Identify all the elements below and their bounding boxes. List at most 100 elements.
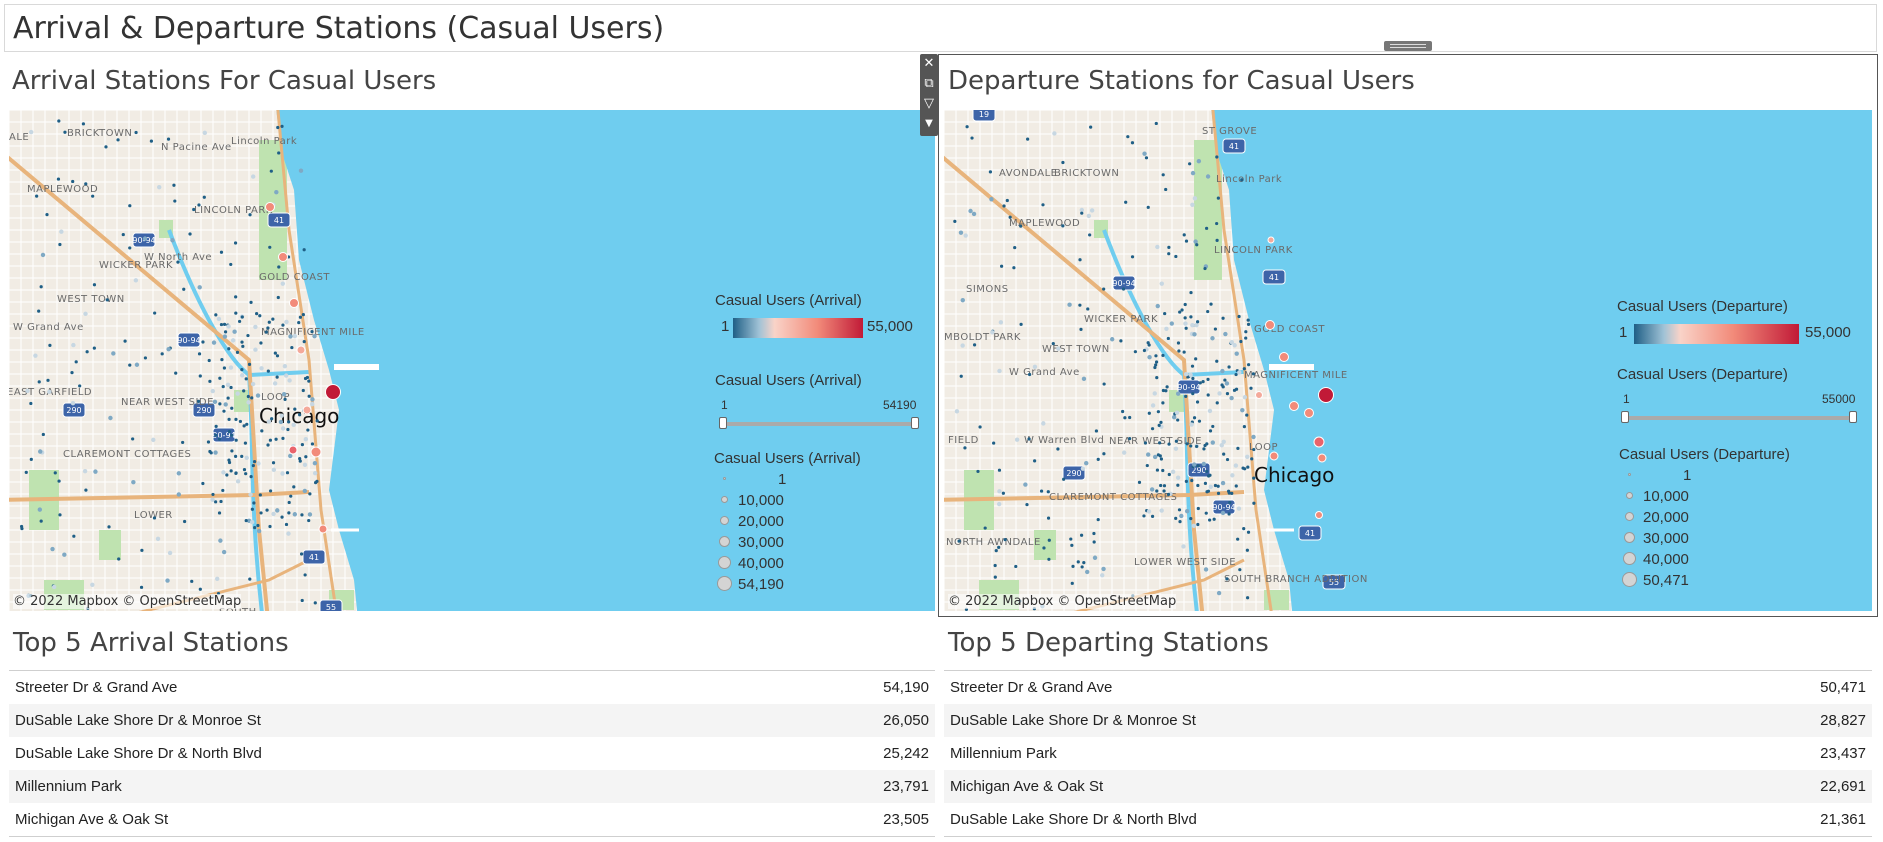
station-marker[interactable] [1174, 516, 1178, 520]
station-marker[interactable] [62, 552, 67, 557]
station-marker[interactable] [1209, 302, 1213, 306]
station-marker[interactable] [1313, 436, 1325, 448]
station-marker[interactable] [152, 516, 157, 520]
station-marker[interactable] [1176, 483, 1180, 487]
station-marker[interactable] [276, 295, 280, 300]
station-marker[interactable] [1246, 465, 1250, 469]
station-marker[interactable] [1208, 518, 1212, 522]
station-marker[interactable] [1086, 307, 1090, 311]
station-marker[interactable] [1234, 484, 1238, 488]
station-marker[interactable] [226, 396, 230, 400]
station-marker[interactable] [1150, 427, 1155, 431]
station-marker[interactable] [202, 130, 208, 136]
station-marker[interactable] [1234, 351, 1239, 356]
station-marker[interactable] [70, 371, 74, 375]
station-marker[interactable] [226, 324, 231, 329]
station-marker[interactable] [1146, 452, 1151, 457]
station-marker[interactable] [1216, 484, 1220, 488]
station-marker[interactable] [1179, 513, 1184, 519]
station-marker[interactable] [1162, 484, 1167, 488]
station-marker[interactable] [291, 422, 296, 428]
station-marker[interactable] [246, 333, 250, 338]
station-marker[interactable] [1102, 287, 1106, 291]
station-marker[interactable] [1205, 174, 1211, 179]
station-marker[interactable] [1206, 377, 1210, 381]
station-marker[interactable] [1220, 383, 1224, 387]
station-marker[interactable] [142, 236, 148, 241]
station-marker[interactable] [198, 587, 202, 591]
station-marker[interactable] [266, 443, 270, 447]
station-marker[interactable] [188, 232, 192, 236]
station-marker[interactable] [1032, 364, 1038, 370]
station-marker[interactable] [1279, 352, 1289, 362]
station-marker[interactable] [1069, 537, 1073, 541]
station-marker[interactable] [1171, 415, 1177, 420]
station-marker[interactable] [1215, 238, 1219, 243]
station-marker[interactable] [1217, 391, 1222, 396]
station-marker[interactable] [267, 320, 271, 324]
station-marker[interactable] [1027, 437, 1031, 441]
resize-handle[interactable] [1384, 41, 1432, 51]
station-marker[interactable] [202, 195, 206, 199]
station-marker[interactable] [183, 519, 187, 524]
station-marker[interactable] [1165, 385, 1169, 389]
station-marker[interactable] [1183, 371, 1189, 377]
station-marker[interactable] [192, 207, 196, 212]
station-marker[interactable] [1212, 517, 1216, 521]
station-marker[interactable] [242, 389, 246, 393]
slider-max-handle[interactable] [1849, 411, 1857, 423]
station-marker[interactable] [296, 345, 306, 355]
station-marker[interactable] [958, 230, 964, 235]
station-marker[interactable] [244, 455, 249, 461]
station-marker[interactable] [219, 499, 223, 504]
station-marker[interactable] [1192, 196, 1198, 201]
station-marker[interactable] [1192, 462, 1197, 467]
station-marker[interactable] [1101, 566, 1106, 572]
station-marker[interactable] [92, 283, 97, 287]
station-marker[interactable] [1147, 411, 1151, 415]
station-marker[interactable] [1052, 131, 1057, 136]
station-marker[interactable] [286, 427, 290, 432]
station-marker[interactable] [1088, 233, 1092, 237]
station-marker[interactable] [1190, 323, 1195, 328]
station-marker[interactable] [268, 245, 272, 249]
station-marker[interactable] [1157, 423, 1161, 427]
station-marker[interactable] [111, 351, 116, 356]
station-marker[interactable] [197, 285, 202, 290]
station-marker[interactable] [1216, 196, 1220, 200]
station-marker[interactable] [234, 417, 238, 421]
station-marker[interactable] [272, 381, 278, 386]
station-marker[interactable] [298, 413, 302, 417]
station-marker[interactable] [1133, 350, 1137, 354]
station-marker[interactable] [1251, 434, 1256, 440]
table-row[interactable]: Michigan Ave & Oak St 22,691 [944, 770, 1872, 803]
station-marker[interactable] [1213, 483, 1218, 488]
station-marker[interactable] [283, 373, 289, 378]
station-marker[interactable] [234, 295, 238, 299]
station-marker[interactable] [281, 436, 285, 440]
table-row[interactable]: DuSable Lake Shore Dr & Monroe St 28,827 [944, 704, 1872, 737]
station-marker[interactable] [218, 538, 223, 543]
station-marker[interactable] [1215, 359, 1219, 363]
station-marker[interactable] [50, 546, 55, 552]
station-marker[interactable] [287, 378, 292, 383]
station-marker[interactable] [1178, 310, 1182, 314]
station-marker[interactable] [1156, 410, 1160, 414]
station-marker[interactable] [1175, 475, 1181, 480]
station-marker[interactable] [298, 459, 302, 463]
station-marker[interactable] [1047, 557, 1051, 561]
station-marker[interactable] [278, 419, 284, 425]
station-marker[interactable] [85, 350, 89, 354]
station-marker[interactable] [220, 358, 224, 362]
station-marker[interactable] [1249, 386, 1253, 390]
station-marker[interactable] [1003, 537, 1007, 542]
station-marker[interactable] [1196, 506, 1200, 511]
station-marker[interactable] [274, 437, 278, 441]
station-marker[interactable] [218, 402, 222, 406]
station-marker[interactable] [90, 582, 95, 588]
station-marker[interactable] [1267, 236, 1275, 244]
station-marker[interactable] [201, 481, 205, 486]
station-marker[interactable] [213, 450, 218, 455]
station-marker[interactable] [1164, 187, 1168, 192]
station-marker[interactable] [310, 401, 315, 407]
